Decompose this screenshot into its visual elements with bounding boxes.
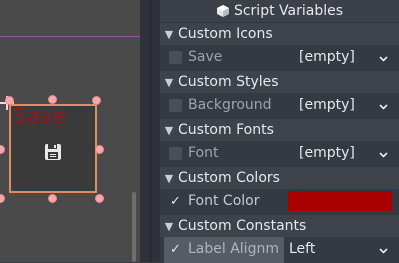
property-row-save: Save [empty]	[160, 45, 399, 71]
property-row-font: Font [empty]	[160, 141, 399, 167]
chevron-down-icon: ▼	[164, 171, 174, 185]
section-title: Custom Colors	[178, 170, 280, 186]
chevron-down-icon: ▼	[164, 219, 174, 233]
section-custom-constants[interactable]: ▼ Custom Constants	[160, 215, 399, 237]
property-value-background[interactable]: [empty]	[299, 97, 355, 113]
property-row-font-color: ✓ Font Color	[160, 189, 399, 215]
section-title: Custom Icons	[178, 26, 273, 42]
resize-handle-bottom-left[interactable]	[0, 194, 5, 203]
inspector-panel: Script Variables ▼ Custom Icons Save [em…	[160, 0, 399, 263]
property-row-label-align: ✓ Label Alignm Left	[160, 237, 399, 263]
resize-handle-bottom[interactable]	[48, 194, 57, 203]
override-checkbox-label-align[interactable]: ✓	[169, 243, 182, 256]
section-title: Custom Fonts	[178, 122, 274, 138]
script-icon	[216, 5, 229, 17]
section-custom-styles[interactable]: ▼ Custom Styles	[160, 71, 399, 93]
color-picker-button[interactable]	[288, 191, 392, 211]
chevron-down-icon[interactable]	[379, 246, 388, 255]
property-value-label-align[interactable]: Left	[289, 241, 315, 257]
override-checkbox-background[interactable]	[169, 99, 182, 112]
section-title: Custom Styles	[178, 74, 279, 90]
chevron-down-icon: ▼	[164, 123, 174, 137]
resize-handle-bottom-right[interactable]	[95, 194, 104, 203]
section-custom-fonts[interactable]: ▼ Custom Fonts	[160, 119, 399, 141]
property-value-save[interactable]: [empty]	[299, 49, 355, 65]
override-checkbox-save[interactable]	[169, 51, 182, 64]
property-value-font[interactable]: [empty]	[299, 145, 355, 161]
resize-handle-top-left[interactable]	[5, 96, 14, 105]
section-custom-icons[interactable]: ▼ Custom Icons	[160, 23, 399, 45]
guide-line	[0, 36, 140, 37]
property-label: Save	[188, 49, 223, 65]
selected-button-node[interactable]: Save	[9, 104, 97, 193]
override-checkbox-font[interactable]	[169, 147, 182, 160]
property-label: Label Alignm	[188, 241, 279, 257]
script-variables-header[interactable]: Script Variables	[160, 0, 399, 22]
property-label: Font	[188, 145, 219, 161]
resize-handle-left[interactable]	[0, 145, 5, 154]
resize-handle-right[interactable]	[95, 145, 104, 154]
override-checkbox-font-color[interactable]: ✓	[169, 195, 182, 208]
node-label: Save	[13, 104, 67, 128]
save-icon	[45, 144, 61, 160]
chevron-down-icon[interactable]	[379, 54, 388, 63]
section-custom-colors[interactable]: ▼ Custom Colors	[160, 167, 399, 189]
chevron-down-icon: ▼	[164, 75, 174, 89]
section-title: Custom Constants	[178, 218, 307, 234]
splitter-grabber[interactable]	[149, 0, 152, 262]
header-title: Script Variables	[233, 3, 344, 19]
chevron-down-icon: ▼	[164, 27, 174, 41]
property-label: Font Color	[188, 193, 260, 209]
property-row-background: Background [empty]	[160, 93, 399, 119]
resize-handle-top-right[interactable]	[92, 96, 101, 105]
viewport-scrollbar[interactable]	[132, 192, 136, 262]
resize-handle-top[interactable]	[48, 95, 57, 104]
canvas-viewport[interactable]: Save	[0, 0, 140, 262]
chevron-down-icon[interactable]	[379, 150, 388, 159]
chevron-down-icon[interactable]	[379, 102, 388, 111]
property-label: Background	[188, 97, 272, 113]
